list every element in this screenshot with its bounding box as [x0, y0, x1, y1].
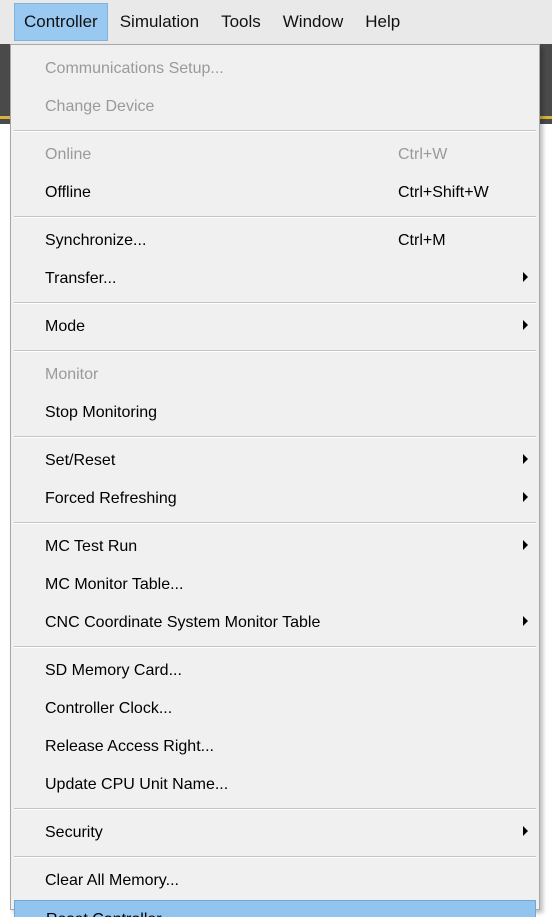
menu-item-label: Set/Reset	[45, 452, 116, 469]
controller-menu-dropdown: Communications Setup... Change Device Onli…	[10, 44, 540, 917]
menu-item-label: Online	[45, 146, 92, 163]
menu-item-label: Forced Refreshing	[45, 490, 177, 507]
submenu-arrow-icon	[523, 492, 528, 502]
menu-item-label: Synchronize...	[45, 232, 147, 249]
menu-separator	[14, 302, 536, 304]
menu-separator	[14, 808, 536, 810]
menu-item-label: MC Test Run	[45, 538, 138, 555]
menu-item-label: MC Monitor Table...	[45, 576, 184, 593]
menu-item-update-cpu-unit-name[interactable]: Update CPU Unit Name...	[14, 766, 536, 804]
menu-item-label: Clear All Memory...	[45, 872, 179, 889]
menubar-item-simulation[interactable]: Simulation	[110, 3, 209, 41]
menu-item-online: Online Ctrl+W	[14, 136, 536, 174]
menubar-item-tools[interactable]: Tools	[211, 3, 271, 41]
menu-item-label: Offline	[45, 184, 91, 201]
menu-item-mc-test-run[interactable]: MC Test Run	[14, 528, 536, 566]
menu-item-label: Communications Setup...	[45, 60, 224, 77]
menu-item-monitor: Monitor	[14, 356, 536, 394]
menubar-item-help[interactable]: Help	[355, 3, 410, 41]
menu-item-label: Security	[45, 824, 103, 841]
menu-item-label: CNC Coordinate System Monitor Table	[45, 614, 321, 631]
menu-item-set-reset[interactable]: Set/Reset	[14, 442, 536, 480]
menu-item-label: Monitor	[45, 366, 99, 383]
menu-item-security[interactable]: Security	[14, 814, 536, 852]
menu-separator	[14, 522, 536, 524]
menu-item-clear-all-memory[interactable]: Clear All Memory...	[14, 862, 536, 900]
background-accent-line	[540, 116, 552, 119]
menubar-item-window[interactable]: Window	[273, 3, 353, 41]
menu-item-transfer[interactable]: Transfer...	[14, 260, 536, 298]
menu-item-shortcut: Ctrl+M	[398, 232, 446, 249]
menu-item-mc-monitor-table[interactable]: MC Monitor Table...	[14, 566, 536, 604]
submenu-arrow-icon	[523, 272, 528, 282]
menu-item-label: Transfer...	[45, 270, 117, 287]
menu-item-label: Release Access Right...	[45, 738, 214, 755]
menu-item-offline[interactable]: Offline Ctrl+Shift+W	[14, 174, 536, 212]
background-accent-line	[0, 116, 10, 119]
menu-item-mode[interactable]: Mode	[14, 308, 536, 346]
menu-item-forced-refreshing[interactable]: Forced Refreshing	[14, 480, 536, 518]
menu-item-label: SD Memory Card...	[45, 662, 182, 679]
menu-item-label: Change Device	[45, 98, 155, 115]
submenu-arrow-icon	[523, 826, 528, 836]
menu-item-label: Reset Controller...	[46, 911, 174, 917]
menu-item-communications-setup: Communications Setup...	[14, 50, 536, 88]
menu-item-label: Update CPU Unit Name...	[45, 776, 229, 793]
background-toolbar-left	[0, 44, 10, 124]
menu-separator	[14, 856, 536, 858]
app-window: Controller Simulation Tools Window Help Comm…	[0, 0, 552, 917]
menu-item-stop-monitoring[interactable]: Stop Monitoring	[14, 394, 536, 432]
menu-item-label: Stop Monitoring	[45, 404, 158, 421]
menu-item-shortcut: Ctrl+W	[398, 146, 448, 163]
menu-item-label: Controller Clock...	[45, 700, 173, 717]
menu-bar: Controller Simulation Tools Window Help	[0, 0, 552, 44]
menu-separator	[14, 646, 536, 648]
menu-item-label: Mode	[45, 318, 86, 335]
submenu-arrow-icon	[523, 454, 528, 464]
menu-item-controller-clock[interactable]: Controller Clock...	[14, 690, 536, 728]
submenu-arrow-icon	[523, 540, 528, 550]
submenu-arrow-icon	[523, 320, 528, 330]
menu-item-change-device: Change Device	[14, 88, 536, 126]
menu-item-cnc-coordinate-system-monitor-table[interactable]: CNC Coordinate System Monitor Table	[14, 604, 536, 642]
menu-separator	[14, 350, 536, 352]
menu-item-release-access-right[interactable]: Release Access Right...	[14, 728, 536, 766]
menu-item-synchronize[interactable]: Synchronize... Ctrl+M	[14, 222, 536, 260]
menu-item-sd-memory-card[interactable]: SD Memory Card...	[14, 652, 536, 690]
menu-separator	[14, 436, 536, 438]
menu-item-reset-controller[interactable]: Reset Controller...	[14, 900, 536, 917]
background-toolbar-right	[540, 44, 552, 124]
menubar-item-controller[interactable]: Controller	[14, 3, 108, 41]
submenu-arrow-icon	[523, 616, 528, 626]
menu-separator	[14, 216, 536, 218]
menu-separator	[14, 130, 536, 132]
menu-item-shortcut: Ctrl+Shift+W	[398, 184, 489, 201]
